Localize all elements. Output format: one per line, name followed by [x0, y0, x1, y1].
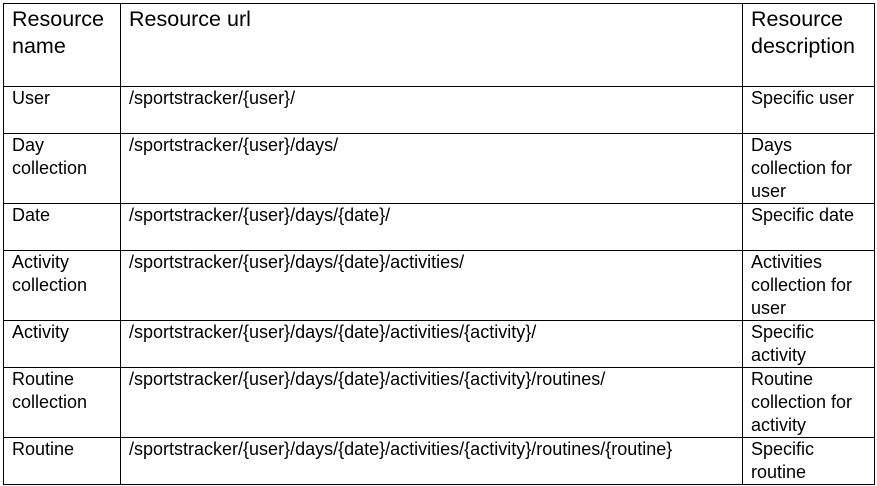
resource-table: Resource name Resource url Resource desc… [3, 3, 875, 485]
resource-url-cell: /sportstracker/{user}/days/{date}/activi… [120, 367, 743, 438]
resource-url-cell: /sportstracker/{user}/days/{date}/activi… [120, 437, 743, 485]
resource-name-cell: Routine [3, 437, 121, 485]
resource-url-cell: /sportstracker/{user}/ [120, 86, 743, 134]
resource-name-cell: Activity [3, 320, 121, 368]
table-row: Day collection /sportstracker/{user}/day… [3, 133, 875, 204]
table-row: Activity /sportstracker/{user}/days/{dat… [3, 320, 875, 368]
resource-url-cell: /sportstracker/{user}/days/{date}/ [120, 203, 743, 251]
table-row: Routine /sportstracker/{user}/days/{date… [3, 437, 875, 485]
resource-url-cell: /sportstracker/{user}/days/ [120, 133, 743, 204]
resource-description-cell: Activities collection for user [742, 250, 875, 321]
resource-description-cell: Routine collection for activity [742, 367, 875, 438]
resource-name-cell: Day collection [3, 133, 121, 204]
resource-description-cell: Specific activity [742, 320, 875, 368]
header-resource-name: Resource name [3, 3, 121, 87]
resource-name-cell: Routine collection [3, 367, 121, 438]
table-row: User /sportstracker/{user}/ Specific use… [3, 86, 875, 134]
table-row: Date /sportstracker/{user}/days/{date}/ … [3, 203, 875, 251]
resource-url-cell: /sportstracker/{user}/days/{date}/activi… [120, 320, 743, 368]
resource-name-cell: Activity collection [3, 250, 121, 321]
header-resource-description: Resource description [742, 3, 875, 87]
resource-description-cell: Specific user [742, 86, 875, 134]
resource-description-cell: Specific routine [742, 437, 875, 485]
resource-name-cell: Date [3, 203, 121, 251]
resource-name-cell: User [3, 86, 121, 134]
header-resource-url: Resource url [120, 3, 743, 87]
table-row: Activity collection /sportstracker/{user… [3, 250, 875, 321]
resource-description-cell: Specific date [742, 203, 875, 251]
resource-description-cell: Days collection for user [742, 133, 875, 204]
resource-url-cell: /sportstracker/{user}/days/{date}/activi… [120, 250, 743, 321]
table-header-row: Resource name Resource url Resource desc… [3, 3, 875, 87]
table-row: Routine collection /sportstracker/{user}… [3, 367, 875, 438]
